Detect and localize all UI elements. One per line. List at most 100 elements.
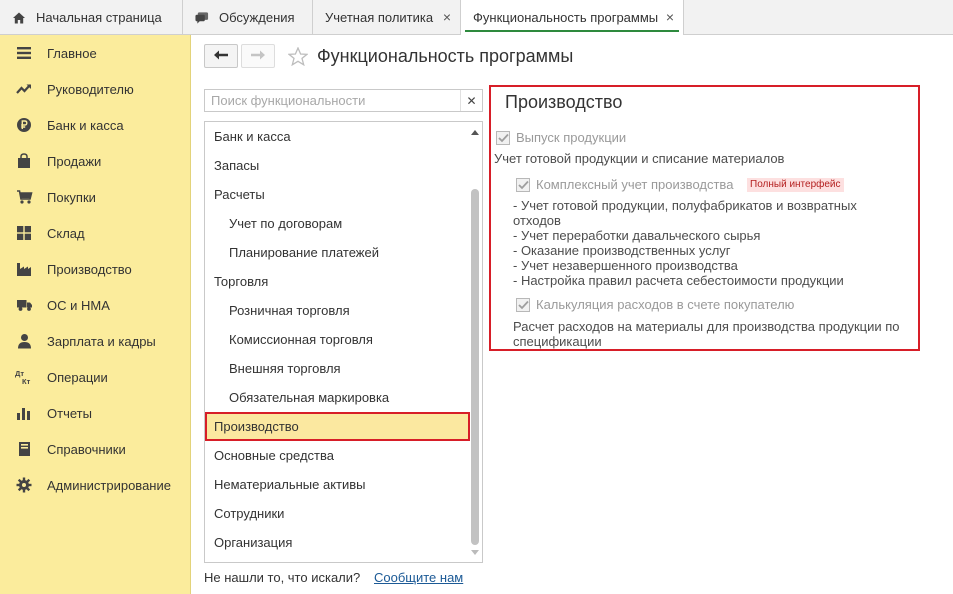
svg-text:Кт: Кт bbox=[22, 377, 31, 385]
sidebar-item-sales[interactable]: Продажи bbox=[0, 143, 191, 179]
trend-chart-icon bbox=[15, 80, 33, 98]
list-item[interactable]: Основные средства bbox=[205, 441, 470, 470]
section-list: Банк и касса Запасы Расчеты Учет по дого… bbox=[204, 121, 483, 563]
list-item[interactable]: Нематериальные активы bbox=[205, 470, 470, 499]
sidebar-item-warehouse[interactable]: Склад bbox=[0, 215, 191, 251]
complex-feature-line: - Оказание производственных услуг bbox=[513, 243, 731, 258]
sidebar-item-reports[interactable]: Отчеты bbox=[0, 395, 191, 431]
list-item[interactable]: Обязательная маркировка bbox=[205, 383, 470, 412]
sidebar-item-label: Продажи bbox=[47, 153, 102, 169]
ruble-icon bbox=[15, 116, 33, 134]
list-item[interactable]: Запасы bbox=[205, 151, 470, 180]
shopping-bag-icon bbox=[15, 152, 33, 170]
sidebar-item-purchases[interactable]: Покупки bbox=[0, 179, 191, 215]
scroll-down-icon[interactable] bbox=[469, 545, 481, 559]
menu-lines-icon bbox=[15, 44, 33, 62]
output-label: Выпуск продукции bbox=[516, 130, 627, 145]
list-scrollbar[interactable] bbox=[469, 123, 481, 561]
sidebar-item-bank[interactable]: Банк и касса bbox=[0, 107, 191, 143]
sidebar-item-main[interactable]: Главное bbox=[0, 35, 191, 71]
sidebar-item-administration[interactable]: Администрирование bbox=[0, 467, 191, 503]
complex-production-label: Комплексный учет производства bbox=[536, 177, 734, 192]
feedback-link[interactable]: Сообщите нам bbox=[374, 570, 463, 585]
close-icon[interactable]: × bbox=[663, 10, 677, 24]
search-box: ✕ bbox=[204, 89, 483, 112]
list-item[interactable]: Сотрудники bbox=[205, 499, 470, 528]
sidebar-item-label: Операции bbox=[47, 369, 108, 385]
sidebar-item-fixed-assets[interactable]: ОС и НМА bbox=[0, 287, 191, 323]
back-button[interactable] bbox=[204, 44, 238, 68]
forward-button[interactable] bbox=[241, 44, 275, 68]
sidebar-item-label: Справочники bbox=[47, 441, 126, 457]
checkmark-icon bbox=[517, 180, 529, 190]
sidebar-item-label: Банк и касса bbox=[47, 117, 124, 133]
complex-feature-line: - Учет готовой продукции, полуфабрикатов… bbox=[513, 198, 857, 228]
list-item[interactable]: Планирование платежей bbox=[205, 238, 470, 267]
dt-kt-icon: Дт Кт bbox=[15, 368, 33, 386]
sidebar-item-label: Администрирование bbox=[47, 477, 171, 493]
sidebar-item-director[interactable]: Руководителю bbox=[0, 71, 191, 107]
checkmark-icon bbox=[517, 300, 529, 310]
bar-chart-icon bbox=[15, 404, 33, 422]
sidebar-item-production[interactable]: Производство bbox=[0, 251, 191, 287]
shopping-cart-icon bbox=[15, 188, 33, 206]
close-icon[interactable]: × bbox=[440, 10, 454, 24]
book-icon bbox=[15, 440, 33, 458]
sidebar-item-catalogs[interactable]: Справочники bbox=[0, 431, 191, 467]
tab-label: Учетная политика bbox=[325, 10, 434, 25]
tab-label: Начальная страница bbox=[36, 10, 162, 25]
sidebar-item-label: Отчеты bbox=[47, 405, 92, 421]
chat-icon bbox=[195, 11, 209, 25]
complex-production-checkbox[interactable] bbox=[516, 178, 530, 192]
output-description: Учет готовой продукции и списание матери… bbox=[494, 151, 785, 166]
sidebar-item-label: Склад bbox=[47, 225, 85, 241]
tab-label: Обсуждения bbox=[219, 10, 295, 25]
list-item[interactable]: Торговля bbox=[205, 267, 470, 296]
checkmark-icon bbox=[497, 133, 509, 143]
list-item[interactable]: Учет по договорам bbox=[205, 209, 470, 238]
tab-bar: Начальная страница Обсуждения Учетная по… bbox=[0, 0, 953, 35]
list-item-selected[interactable]: Производство bbox=[205, 412, 470, 441]
calc-expenses-checkbox[interactable] bbox=[516, 298, 530, 312]
output-checkbox[interactable] bbox=[496, 131, 510, 145]
scrollbar-thumb[interactable] bbox=[471, 189, 479, 545]
clear-search-button[interactable]: ✕ bbox=[460, 90, 482, 111]
sidebar-item-label: Главное bbox=[47, 45, 97, 61]
sidebar-item-operations[interactable]: Дт Кт Операции bbox=[0, 359, 191, 395]
sidebar-item-label: ОС и НМА bbox=[47, 297, 110, 313]
sidebar-item-label: Производство bbox=[47, 261, 132, 277]
complex-feature-line: - Учет переработки давальческого сырья bbox=[513, 228, 761, 243]
tab-program-functionality[interactable]: Функциональность программы × bbox=[461, 0, 684, 35]
sidebar-item-salary[interactable]: Зарплата и кадры bbox=[0, 323, 191, 359]
sidebar-item-label: Покупки bbox=[47, 189, 96, 205]
complex-feature-line: - Настройка правил расчета себестоимости… bbox=[513, 273, 844, 288]
favorite-star-icon[interactable] bbox=[286, 44, 310, 68]
complex-feature-line: - Учет незавершенного производства bbox=[513, 258, 738, 273]
calc-expenses-label: Калькуляция расходов в счете покупателю bbox=[536, 297, 795, 312]
arrow-right-icon bbox=[250, 49, 266, 64]
person-icon bbox=[15, 332, 33, 350]
tab-accounting-policy[interactable]: Учетная политика × bbox=[313, 0, 461, 35]
list-item[interactable]: Розничная торговля bbox=[205, 296, 470, 325]
scroll-up-icon[interactable] bbox=[469, 125, 481, 139]
full-interface-badge: Полный интерфейс bbox=[747, 178, 844, 192]
list-item[interactable]: Комиссионная торговля bbox=[205, 325, 470, 354]
tab-home[interactable]: Начальная страница bbox=[0, 0, 183, 35]
search-input[interactable] bbox=[205, 90, 461, 111]
warehouse-grid-icon bbox=[15, 224, 33, 242]
sidebar-item-label: Зарплата и кадры bbox=[47, 333, 156, 349]
list-item[interactable]: Организация bbox=[205, 528, 470, 557]
list-item[interactable]: Банк и касса bbox=[205, 122, 470, 151]
arrow-left-icon bbox=[213, 49, 229, 64]
list-item[interactable]: Внешняя торговля bbox=[205, 354, 470, 383]
home-icon bbox=[12, 11, 26, 25]
calc-expenses-description: Расчет расходов на материалы для произво… bbox=[513, 319, 900, 349]
panel-title: Производство bbox=[505, 92, 623, 112]
footer-text: Не нашли то, что искали? bbox=[204, 570, 361, 585]
sidebar: Главное Руководителю Банк и касса Продаж… bbox=[0, 35, 191, 594]
list-item[interactable]: Расчеты bbox=[205, 180, 470, 209]
tab-discussions[interactable]: Обсуждения bbox=[183, 0, 313, 35]
sidebar-item-label: Руководителю bbox=[47, 81, 134, 97]
gear-icon bbox=[15, 476, 33, 494]
truck-icon bbox=[15, 296, 33, 314]
